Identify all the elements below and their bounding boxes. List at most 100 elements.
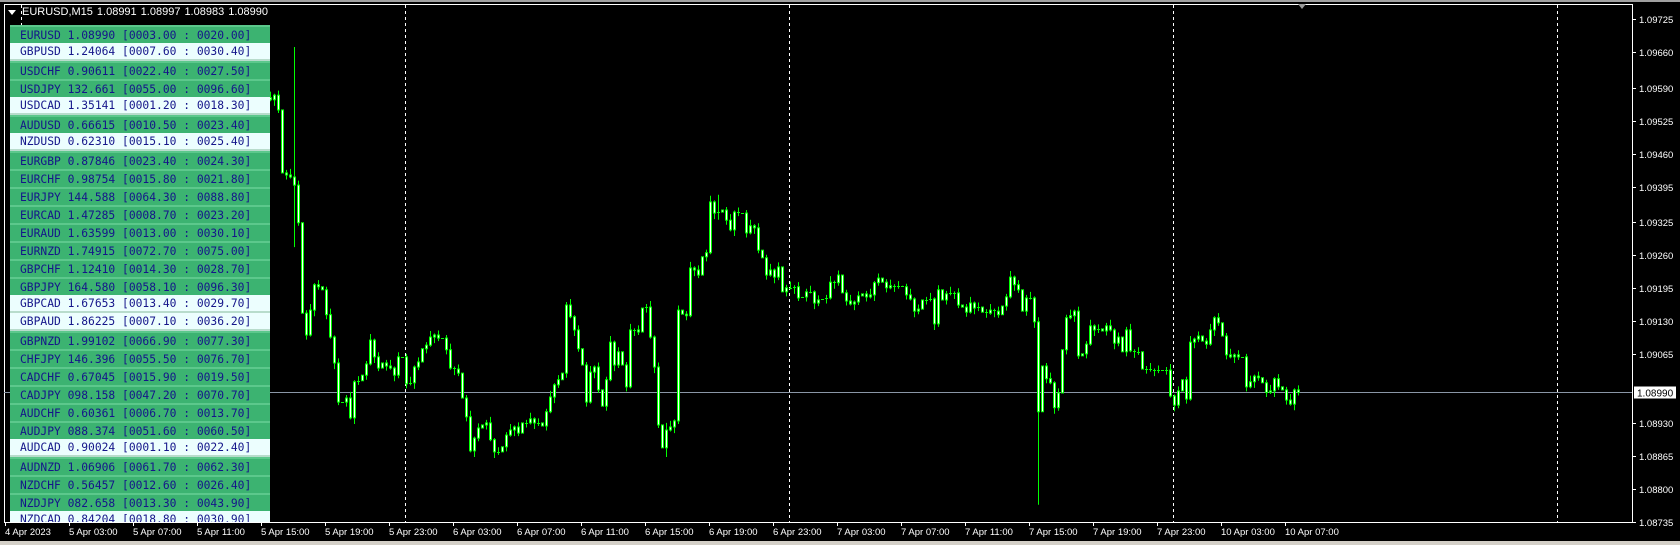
candle-body [1125, 329, 1128, 353]
candle [965, 304, 968, 317]
candle [537, 418, 540, 426]
symbol-name: CADJPY [20, 388, 61, 402]
candle-body [285, 172, 288, 176]
candle [597, 362, 600, 393]
triangle-down-icon[interactable] [8, 9, 16, 15]
symbol-row[interactable]: CHFJPY 146.396 [0055.50 : 0076.70] [10, 349, 270, 367]
candle-body [1193, 338, 1196, 343]
symbol-price: 1.99102 [67, 334, 116, 348]
candle-body [713, 201, 716, 214]
candle [913, 297, 916, 318]
symbol-row[interactable]: AUDCHF 0.60361 [0006.70 : 0013.70] [10, 403, 270, 421]
symbol-row[interactable]: USDJPY 132.661 [0055.00 : 0096.60] [10, 79, 270, 97]
price-axis[interactable]: 1.09725 1.09660 1.09590 1.09525 1.09460 1.093… [1632, 15, 1673, 529]
candle [969, 296, 972, 314]
price-tick-label: 1.09660 [1639, 48, 1673, 59]
symbol-price: 0.90024 [67, 440, 116, 454]
symbol-row[interactable]: NZDCAD 0.84204 [0018.80 : 0030.90] [10, 511, 270, 522]
candle [1069, 309, 1072, 320]
candle [897, 281, 900, 289]
candle-body [577, 329, 580, 350]
candle [921, 299, 924, 310]
candle-body [561, 372, 564, 381]
symbol-row[interactable]: GBPUSD 1.24064 [0007.60 : 0030.40] [10, 43, 270, 61]
candle-body [981, 306, 984, 313]
symbol-row[interactable]: CADJPY 098.158 [0047.20 : 0070.70] [10, 385, 270, 403]
symbol-row[interactable]: GBPCAD 1.67653 [0013.40 : 0029.70] [10, 295, 270, 313]
candle-body [877, 277, 880, 284]
candle-body [749, 225, 752, 234]
symbol-name: NZDCAD [20, 512, 61, 523]
candle-body [1293, 389, 1296, 405]
candle [1089, 319, 1092, 346]
time-axis[interactable]: 4 Apr 2023 5 Apr 03:00 5 Apr 07:00 5 Apr 11… [5, 522, 1339, 538]
candle-body [557, 379, 560, 386]
candle [509, 423, 512, 437]
candle [1061, 349, 1064, 394]
candle [317, 280, 320, 290]
symbol-row[interactable]: AUDCAD 0.90024 [0001.10 : 0022.40] [10, 439, 270, 457]
candle [309, 304, 312, 337]
candle [365, 360, 368, 380]
candle [345, 394, 348, 407]
svg-text:1.08990: 1.08990 [1637, 389, 1674, 400]
candle [1281, 386, 1284, 391]
candle-body [425, 344, 428, 350]
price-tick-label: 1.09325 [1639, 218, 1673, 229]
symbol-row[interactable]: EURCHF 0.98754 [0015.80 : 0021.80] [10, 169, 270, 187]
symbol-row[interactable]: AUDJPY 088.374 [0051.60 : 0060.50] [10, 421, 270, 439]
symbol-row[interactable]: AUDUSD 0.66615 [0010.50 : 0023.40] [10, 115, 270, 133]
symbol-row[interactable]: GBPJPY 164.580 [0058.10 : 0096.30] [10, 277, 270, 295]
candle [361, 374, 364, 382]
symbol-row[interactable]: EURCAD 1.47285 [0008.70 : 0023.20] [10, 205, 270, 223]
symbol-row[interactable]: USDCHF 0.90611 [0022.40 : 0027.50] [10, 61, 270, 79]
symbol-row[interactable]: GBPNZD 1.99102 [0066.90 : 0077.30] [10, 331, 270, 349]
symbol-row[interactable]: GBPCHF 1.12410 [0014.30 : 0028.70] [10, 259, 270, 277]
candle-body [1233, 354, 1236, 358]
symbol-row[interactable]: EURAUD 1.63599 [0013.00 : 0030.10] [10, 223, 270, 241]
candle [1005, 293, 1008, 311]
symbol-range: [0013.30 : 0043.90] [122, 496, 252, 510]
symbol-row[interactable]: NZDJPY 082.658 [0013.30 : 0043.90] [10, 493, 270, 511]
chart-shift-marker-icon[interactable] [1298, 4, 1306, 9]
candle [273, 93, 276, 106]
symbol-name: GBPUSD [20, 44, 61, 58]
candle-body [621, 351, 624, 366]
symbol-name: USDCHF [20, 64, 61, 78]
candle [393, 366, 396, 382]
candle [473, 436, 476, 457]
symbol-row[interactable]: EURGBP 0.87846 [0023.40 : 0024.30] [10, 151, 270, 169]
candle-body [1181, 379, 1184, 392]
candle [981, 306, 984, 313]
symbol-row[interactable]: AUDNZD 1.06906 [0061.70 : 0062.30] [10, 457, 270, 475]
candle [1193, 337, 1196, 349]
candle [909, 288, 912, 301]
candle [1137, 347, 1140, 355]
candle [877, 273, 880, 286]
symbol-row[interactable]: EURNZD 1.74915 [0072.70 : 0075.00] [10, 241, 270, 259]
candle-body [329, 314, 332, 338]
candle [889, 279, 892, 290]
candle [417, 357, 420, 371]
candle-body [673, 420, 676, 428]
candle [713, 200, 716, 220]
candle [697, 265, 700, 279]
symbol-row[interactable]: CADCHF 0.67045 [0015.90 : 0019.50] [10, 367, 270, 385]
candle [645, 304, 648, 313]
symbol-row[interactable]: USDCAD 1.35141 [0001.20 : 0018.30] [10, 97, 270, 115]
symbol-row[interactable]: EURUSD 1.08990 [0003.00 : 0020.00] [10, 25, 270, 43]
symbol-range: [0014.30 : 0028.70] [122, 262, 252, 276]
candle [625, 361, 628, 392]
candle [985, 309, 988, 318]
candle-body [937, 289, 940, 325]
candle-body [857, 295, 860, 303]
candle [1145, 366, 1148, 374]
candle [817, 295, 820, 307]
symbol-row[interactable]: GBPAUD 1.86225 [0007.10 : 0036.20] [10, 313, 270, 331]
candle [429, 330, 432, 347]
candle-body [1001, 305, 1004, 316]
symbol-row[interactable]: NZDUSD 0.62310 [0015.10 : 0025.40] [10, 133, 270, 151]
candle [617, 347, 620, 369]
symbol-row[interactable]: EURJPY 144.588 [0064.30 : 0088.80] [10, 187, 270, 205]
symbol-row[interactable]: NZDCHF 0.56457 [0012.60 : 0026.40] [10, 475, 270, 493]
